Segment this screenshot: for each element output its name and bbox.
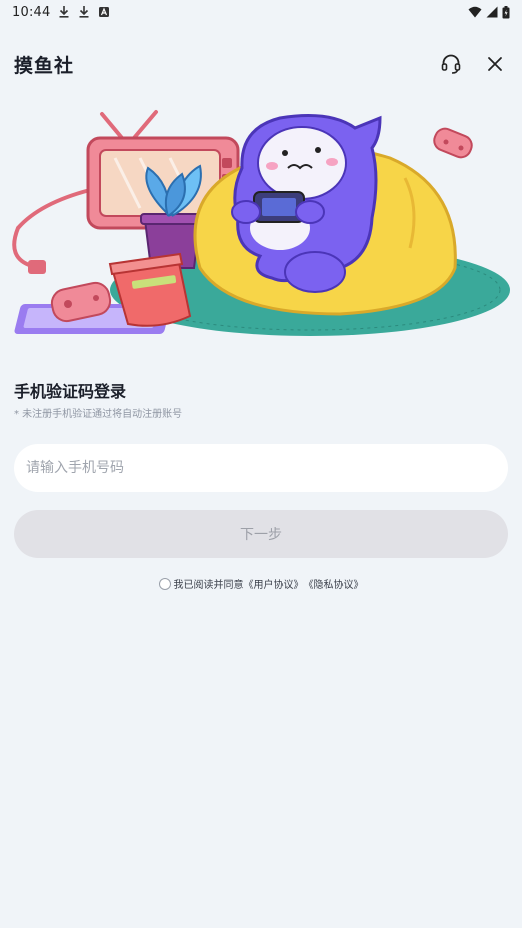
wifi-icon — [468, 6, 482, 18]
hero-illustration — [12, 110, 510, 336]
login-screen: 10:44 摸鱼社 手机验证码登录 * 未注册手机验证通过将自动注册账号 请输入… — [0, 0, 522, 928]
close-button[interactable] — [482, 51, 508, 77]
status-time: 10:44 — [12, 4, 51, 20]
user-agreement-link[interactable]: 《用户协议》 — [244, 576, 304, 591]
login-hint: * 未注册手机验证通过将自动注册账号 — [14, 409, 183, 420]
privacy-policy-link[interactable]: 《隐私协议》 — [304, 576, 364, 591]
status-right — [468, 5, 510, 19]
app-title: 摸鱼社 — [14, 54, 75, 77]
download-icon — [59, 6, 69, 18]
status-left: 10:44 — [12, 5, 110, 20]
app-header: 摸鱼社 — [0, 44, 522, 84]
status-bar: 10:44 — [0, 0, 522, 24]
signal-icon — [486, 6, 498, 18]
header-actions — [438, 51, 508, 77]
agreement-row: 我已阅读并同意 《用户协议》 《隐私协议》 — [0, 576, 522, 591]
phone-number-input[interactable] — [14, 444, 508, 492]
battery-icon — [502, 5, 510, 18]
close-icon — [488, 57, 502, 71]
agree-checkbox[interactable] — [158, 577, 171, 590]
download-icon — [79, 6, 89, 18]
customer-service-button[interactable] — [438, 51, 464, 77]
login-title: 手机验证码登录 — [14, 382, 127, 401]
headset-icon — [441, 54, 461, 74]
a-badge-icon — [99, 7, 110, 17]
next-step-button[interactable]: 下一步 — [14, 510, 508, 558]
agreement-text: 我已阅读并同意 — [173, 580, 244, 591]
